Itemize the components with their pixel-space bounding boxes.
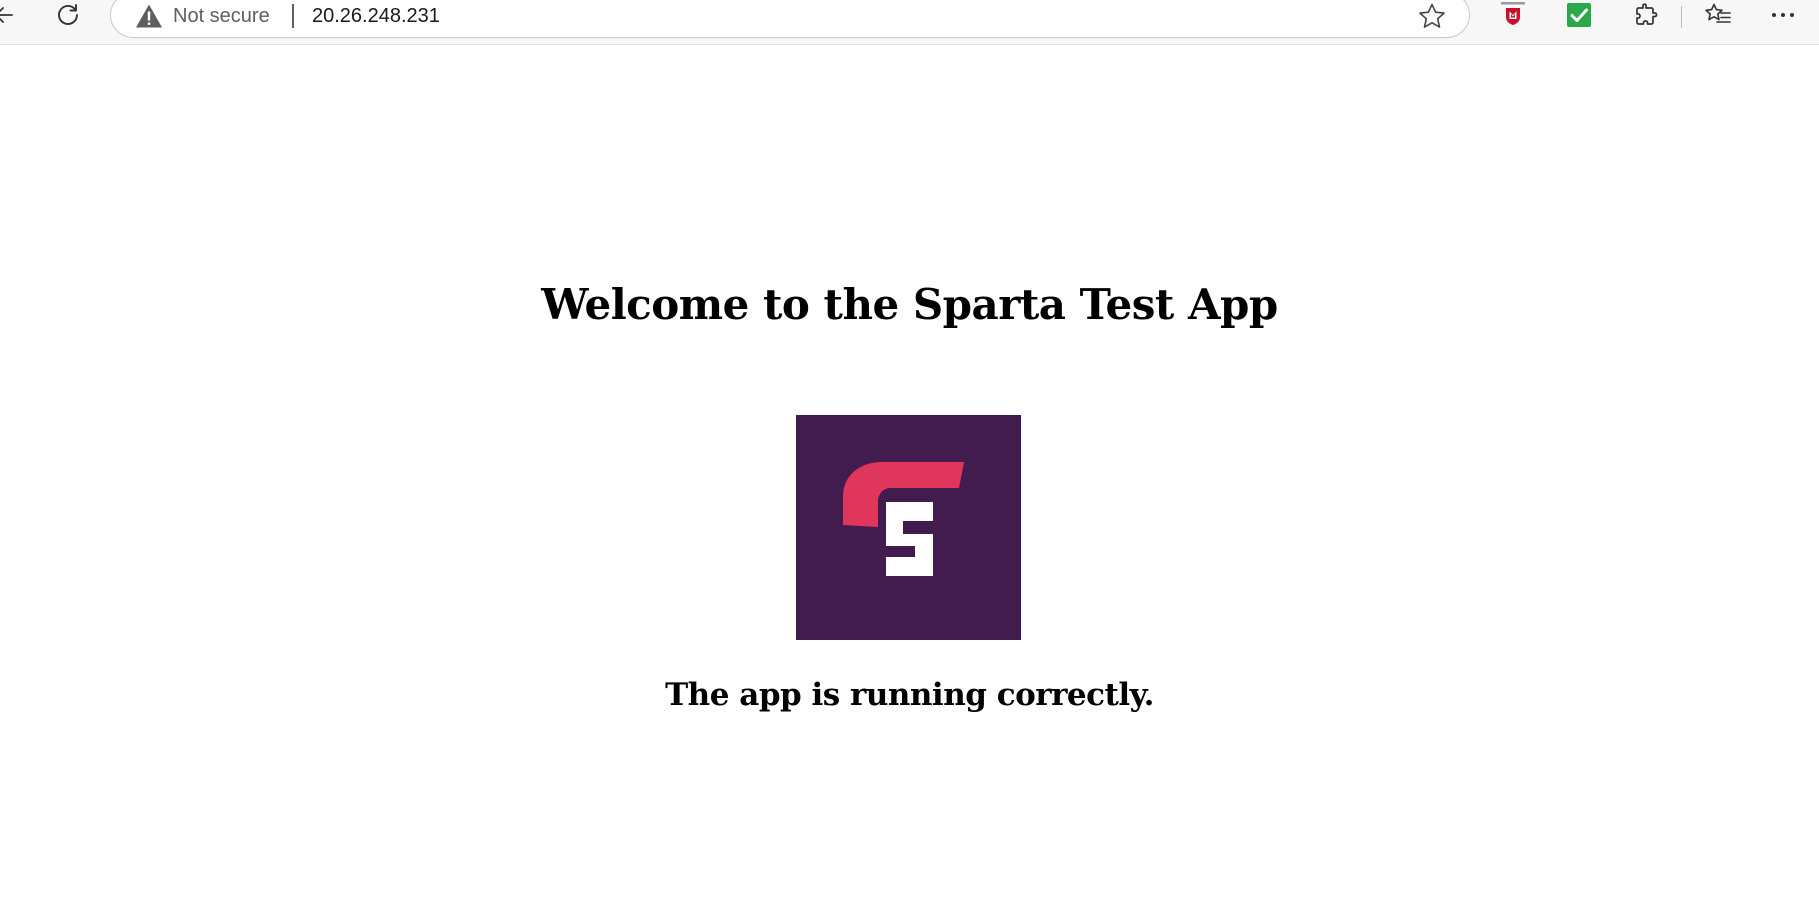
puzzle-piece-icon (1636, 3, 1658, 25)
browser-toolbar: Not secure 20.26.248.231 (0, 0, 1819, 45)
favorites-button[interactable] (1703, 0, 1733, 30)
green-check-extension-icon (1567, 3, 1591, 27)
favorites-list-icon (1705, 3, 1731, 23)
sparta-logo (796, 415, 1021, 640)
star-outline-icon[interactable] (1417, 2, 1447, 30)
warning-triangle-icon (136, 4, 162, 28)
url-text[interactable]: 20.26.248.231 (312, 5, 440, 28)
extensions-button[interactable] (1631, 0, 1661, 30)
back-arrow-icon (0, 7, 13, 23)
more-options-button[interactable] (1768, 0, 1798, 30)
more-ellipsis-icon (1772, 13, 1794, 17)
status-message: The app is running correctly. (665, 677, 1154, 713)
sparta-s-logo-icon (843, 462, 964, 576)
back-button[interactable] (0, 0, 22, 33)
page-title: Welcome to the Sparta Test App (541, 280, 1278, 329)
green-check-extension-button[interactable] (1564, 0, 1594, 30)
toolbar-divider (1681, 6, 1682, 28)
security-shield-extension-icon (1501, 2, 1525, 25)
security-shield-extension-button[interactable] (1498, 0, 1528, 30)
address-separator (292, 4, 294, 28)
address-bar[interactable]: Not secure 20.26.248.231 (110, 0, 1470, 38)
refresh-icon (58, 4, 78, 25)
security-status-label[interactable]: Not secure (173, 5, 270, 28)
refresh-button[interactable] (50, 0, 86, 33)
